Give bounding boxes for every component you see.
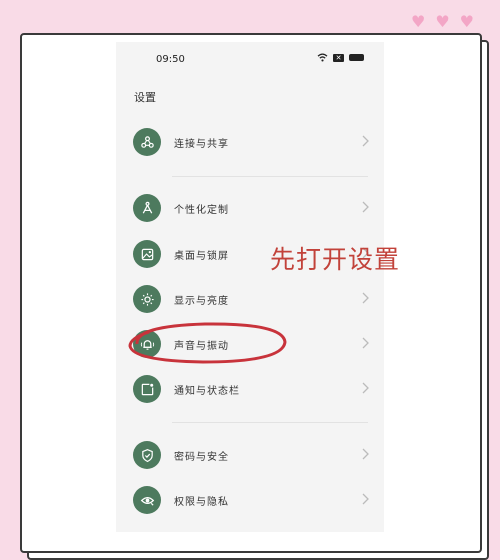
- share-nodes-icon: [133, 128, 161, 156]
- annotation-text: 先打开设置: [270, 245, 401, 274]
- divider: [172, 422, 368, 423]
- status-bar: 09:50 ✕: [116, 42, 384, 76]
- chevron-right-icon: [362, 448, 369, 460]
- status-time: 09:50: [156, 54, 185, 65]
- chevron-right-icon: [362, 337, 369, 349]
- shield-icon: [133, 441, 161, 469]
- eye-shield-icon: [133, 486, 161, 514]
- heart-icon: ♥: [459, 12, 474, 31]
- status-icons: ✕: [317, 53, 364, 62]
- settings-item-connection-sharing[interactable]: 连接与共享: [116, 122, 384, 162]
- wifi-icon: [317, 53, 328, 62]
- sim-off-icon: ✕: [333, 53, 344, 62]
- item-label: 显示与亮度: [174, 296, 229, 307]
- settings-item-password-security[interactable]: 密码与安全: [116, 435, 384, 475]
- settings-screen: 09:50 ✕ 设置 连接与共享 个性化定制 桌面与锁屏 显示与亮度 声音与振动…: [116, 42, 384, 532]
- item-label: 个性化定制: [174, 205, 229, 216]
- highlight-ellipse: [128, 322, 287, 364]
- sun-icon: [133, 285, 161, 313]
- settings-item-display-brightness[interactable]: 显示与亮度: [116, 279, 384, 319]
- divider: [172, 176, 368, 177]
- item-label: 桌面与锁屏: [174, 251, 229, 262]
- item-label: 密码与安全: [174, 452, 229, 463]
- chevron-right-icon: [362, 292, 369, 304]
- chevron-right-icon: [362, 382, 369, 394]
- settings-item-notifications-statusbar[interactable]: 通知与状态栏: [116, 369, 384, 409]
- battery-icon: [349, 54, 364, 61]
- item-label: 权限与隐私: [174, 497, 229, 508]
- heart-icon: ♥: [435, 12, 450, 31]
- page-title: 设置: [134, 91, 156, 104]
- heart-icon: ♥: [410, 12, 426, 31]
- settings-item-permissions-privacy[interactable]: 权限与隐私: [116, 480, 384, 520]
- hearts-decoration: ♥ ♥ ♥: [411, 14, 474, 30]
- item-label: 通知与状态栏: [174, 386, 240, 397]
- pen-nib-icon: [133, 194, 161, 222]
- item-label: 连接与共享: [174, 139, 229, 150]
- settings-item-personalization[interactable]: 个性化定制: [116, 188, 384, 228]
- notification-square-icon: [133, 375, 161, 403]
- chevron-right-icon: [362, 493, 369, 505]
- chevron-right-icon: [362, 201, 369, 213]
- chevron-right-icon: [362, 135, 369, 147]
- image-icon: [133, 240, 161, 268]
